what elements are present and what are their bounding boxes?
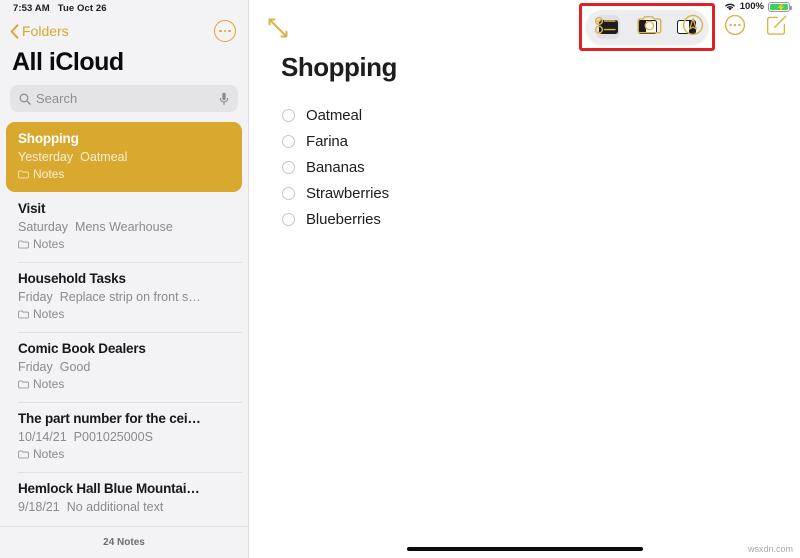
note-item-title: Household Tasks — [18, 271, 126, 286]
note-item-date: Yesterday — [18, 150, 74, 164]
note-item-date: Friday — [18, 360, 53, 374]
note-item-subtitle: Yesterday Oatmeal — [18, 148, 230, 166]
note-item-folder: Notes — [18, 236, 230, 253]
note-item-title: Comic Book Dealers — [18, 341, 146, 356]
note-list-item[interactable]: Comic Book Dealers Friday Good Notes — [6, 332, 242, 402]
note-item-preview: Good — [59, 360, 91, 374]
checklist-item[interactable]: Blueberries — [282, 211, 800, 228]
checklist-icon[interactable] — [595, 15, 617, 35]
notes-list[interactable]: Shopping Yesterday Oatmeal Notes Visit Saturd… — [0, 122, 248, 526]
checkbox-circle-icon[interactable] — [282, 187, 295, 200]
notes-count-footer: 24 Notes — [0, 526, 248, 558]
note-item-folder-label: Notes — [33, 307, 65, 321]
ipad-notes-app: 7:53 AM Tue Oct 26 100% ⚡ Folders All iC… — [0, 0, 800, 558]
home-indicator — [406, 546, 643, 551]
note-item-title: Shopping — [18, 131, 79, 146]
note-list-item[interactable]: Hemlock Hall Blue Mountai… 9/18/21 No addi… — [6, 472, 242, 525]
checkbox-circle-icon[interactable] — [282, 161, 295, 174]
note-item-preview: P001025000S — [73, 430, 153, 444]
note-item-preview: Mens Wearhouse — [75, 220, 173, 234]
checklist-item-label: Bananas — [306, 159, 365, 176]
note-list-item[interactable]: The part number for the cei… 10/14/21 P001… — [6, 402, 242, 472]
note-item-folder-label: Notes — [33, 447, 65, 461]
note-title: Shopping — [281, 52, 397, 82]
note-item-folder: Notes — [18, 306, 230, 323]
checklist-item-label: Blueberries — [306, 211, 381, 228]
back-label: Folders — [22, 23, 69, 39]
checkbox-circle-icon[interactable] — [282, 109, 295, 122]
checkbox-circle-icon[interactable] — [282, 135, 295, 148]
note-item-subtitle: Friday Good — [18, 358, 230, 376]
note-item-subtitle: 9/18/21 No additional text — [18, 498, 230, 516]
checklist-item[interactable]: Strawberries — [282, 185, 800, 202]
notes-sidebar: Folders All iCloud Search Shopping Yester… — [0, 0, 249, 558]
note-item-folder: Notes — [18, 376, 230, 393]
checklist-item-label: Farina — [306, 133, 348, 150]
detail-toolbar-actions — [595, 14, 788, 36]
note-item-title: Visit — [18, 201, 46, 216]
more-icon[interactable] — [724, 14, 746, 36]
note-item-preview: No additional text — [66, 500, 164, 514]
markup-icon[interactable] — [682, 14, 704, 36]
search-input[interactable]: Search — [10, 85, 238, 112]
note-item-date: Friday — [18, 290, 53, 304]
sidebar-more-button[interactable] — [214, 20, 236, 42]
note-item-folder: Notes — [18, 446, 230, 463]
sidebar-title: All iCloud — [12, 48, 124, 76]
checklist-item-label: Oatmeal — [306, 107, 362, 124]
note-detail-pane: Shopping Oatmeal Farina Bananas Strawberrie… — [249, 0, 800, 558]
note-item-preview: Oatmeal — [80, 150, 128, 164]
checklist-item[interactable]: Bananas — [282, 159, 800, 176]
note-item-date: Saturday — [18, 220, 69, 234]
checklist-item-label: Strawberries — [306, 185, 389, 202]
note-item-subtitle: Saturday Mens Wearhouse — [18, 218, 230, 236]
microphone-icon[interactable] — [219, 92, 229, 106]
note-item-subtitle: 10/14/21 P001025000S — [18, 428, 230, 446]
watermark: wsxdn.com — [747, 544, 793, 554]
chevron-left-icon — [10, 23, 19, 39]
note-list-item[interactable]: Visit Saturday Mens Wearhouse Notes — [6, 192, 242, 262]
note-item-title: Hemlock Hall Blue Mountai… — [18, 481, 200, 496]
note-item-folder: Notes — [18, 166, 230, 183]
back-to-folders-button[interactable]: Folders — [10, 23, 69, 39]
compose-icon[interactable] — [766, 14, 788, 36]
note-item-folder-label: Notes — [33, 377, 65, 391]
note-item-date: 9/18/21 — [18, 500, 60, 514]
checklist-item[interactable]: Farina — [282, 133, 800, 150]
checkbox-circle-icon[interactable] — [282, 213, 295, 226]
note-item-date: 10/14/21 — [18, 430, 67, 444]
note-list-item[interactable]: Household Tasks Friday Replace strip on fr… — [6, 262, 242, 332]
note-list-item[interactable]: Shopping Yesterday Oatmeal Notes — [6, 122, 242, 192]
sidebar-navbar: Folders — [0, 16, 248, 46]
search-placeholder: Search — [36, 91, 78, 106]
note-checklist: Oatmeal Farina Bananas Strawberries Blueberr… — [249, 107, 800, 228]
camera-icon[interactable] — [637, 15, 662, 35]
note-item-preview: Replace strip on front s… — [59, 290, 201, 304]
note-item-title: The part number for the cei… — [18, 411, 201, 426]
magnifier-icon — [19, 93, 31, 105]
expand-diagonal-icon[interactable] — [265, 15, 291, 41]
note-item-folder-label: Notes — [33, 167, 65, 181]
ellipsis-circle-icon — [219, 29, 231, 33]
checklist-item[interactable]: Oatmeal — [282, 107, 800, 124]
note-item-folder-label: Notes — [33, 237, 65, 251]
detail-toolbar — [249, 0, 800, 56]
note-item-subtitle: Friday Replace strip on front s… — [18, 288, 230, 306]
